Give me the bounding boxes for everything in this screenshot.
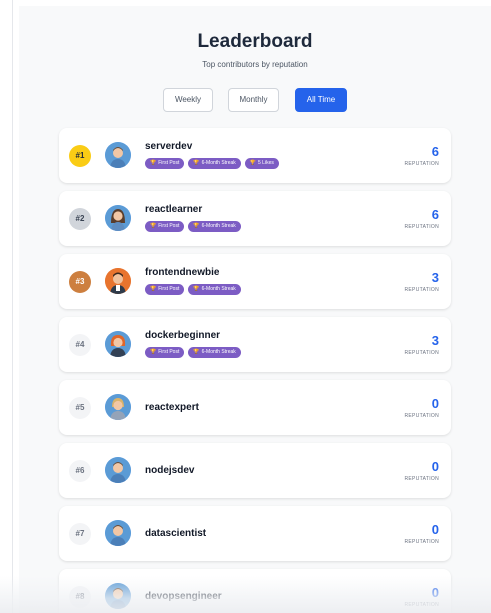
badge-list: 🏆 First Post 🏆 6-Month Streak 🏆 5 Likes (145, 158, 283, 170)
reputation-label: REPUTATION (404, 224, 439, 230)
trophy-icon: 🏆 (193, 286, 200, 292)
rank-badge: #5 (69, 397, 91, 419)
reputation-value: 0 (431, 459, 439, 474)
reputation-value: 0 (431, 522, 439, 537)
username[interactable]: dockerbeginner (145, 330, 220, 341)
avatar-blue-man-icon[interactable] (105, 520, 131, 546)
leaderboard-row[interactable]: #7 datascientist 0 REPUTATION (59, 506, 451, 561)
reputation-value: 3 (431, 333, 439, 348)
reputation-label: REPUTATION (404, 350, 439, 356)
achievement-badge: 🏆 6-Month Streak (188, 284, 241, 295)
reputation-value: 0 (431, 396, 439, 411)
leaderboard-row[interactable]: #2 reactlearner 🏆 First Post 🏆 6-Month Stre… (59, 191, 451, 246)
avatar-orange-man-icon[interactable] (105, 268, 131, 294)
page-title: Leaderboard (197, 31, 313, 52)
reputation-label: REPUTATION (404, 602, 439, 608)
tab-all-time[interactable]: All Time (295, 88, 347, 112)
achievement-badge: 🏆 First Post (145, 284, 185, 295)
avatar-redhead-icon[interactable] (105, 331, 131, 357)
username[interactable]: frontendnewbie (145, 267, 219, 278)
leaderboard-row[interactable]: #4 dockerbeginner 🏆 First Post 🏆 6-Month St… (59, 317, 451, 372)
tab-monthly[interactable]: Monthly (228, 88, 279, 112)
trophy-icon: 🏆 (193, 223, 200, 229)
time-filter-tabs: Weekly Monthly All Time (19, 88, 491, 112)
reputation-label: REPUTATION (404, 539, 439, 545)
avatar-blue-man-icon[interactable] (105, 583, 131, 609)
badge-list: 🏆 First Post 🏆 6-Month Streak (145, 347, 245, 359)
leaderboard-row[interactable]: #8 devopsengineer 0 REPUTATION (59, 569, 451, 613)
reputation-value: 3 (431, 270, 439, 285)
username[interactable]: nodejsdev (145, 465, 194, 476)
reputation-label: REPUTATION (404, 476, 439, 482)
page-subtitle: Top contributors by reputation (202, 60, 308, 69)
trophy-icon: 🏆 (150, 160, 157, 166)
achievement-badge: 🏆 5 Likes (244, 158, 279, 169)
achievement-badge: 🏆 First Post (145, 347, 185, 358)
avatar-blonde-icon[interactable] (105, 394, 131, 420)
username[interactable]: reactexpert (145, 402, 199, 413)
trophy-icon: 🏆 (249, 160, 257, 166)
badge-list: 🏆 First Post 🏆 6-Month Streak (145, 221, 245, 233)
trophy-icon: 🏆 (193, 349, 200, 355)
rank-badge: #7 (69, 523, 91, 545)
reputation-value: 6 (431, 207, 439, 222)
achievement-badge: 🏆 6-Month Streak (188, 347, 241, 358)
reputation-value: 0 (431, 585, 439, 600)
rank-badge: #2 (69, 208, 91, 230)
leaderboard-row[interactable]: #5 reactexpert 0 REPUTATION (59, 380, 451, 435)
leaderboard-row[interactable]: #1 serverdev 🏆 First Post 🏆 6-Month Streak 🏆… (59, 128, 451, 183)
rank-badge: #3 (69, 271, 91, 293)
reputation-value: 6 (431, 144, 439, 159)
achievement-badge: 🏆 First Post (145, 158, 185, 169)
achievement-badge: 🏆 6-Month Streak (188, 221, 241, 232)
username[interactable]: serverdev (145, 141, 192, 152)
reputation-label: REPUTATION (404, 287, 439, 293)
username[interactable]: reactlearner (145, 204, 202, 215)
avatar-blue-man-icon[interactable] (105, 142, 131, 168)
rank-badge: #6 (69, 460, 91, 482)
leaderboard-panel: Leaderboard Top contributors by reputati… (19, 6, 491, 613)
reputation-label: REPUTATION (404, 161, 439, 167)
avatar-blue-man-icon[interactable] (105, 457, 131, 483)
avatar-woman-icon[interactable] (105, 205, 131, 231)
badge-list: 🏆 First Post 🏆 6-Month Streak (145, 284, 245, 296)
rank-badge: #1 (69, 145, 91, 167)
trophy-icon: 🏆 (193, 160, 200, 166)
rank-badge: #4 (69, 334, 91, 356)
trophy-icon: 🏆 (150, 223, 157, 229)
rank-badge: #8 (69, 586, 91, 608)
trophy-icon: 🏆 (150, 349, 157, 355)
trophy-icon: 🏆 (150, 286, 157, 292)
achievement-badge: 🏆 First Post (145, 221, 185, 232)
username[interactable]: devopsengineer (145, 591, 222, 602)
leaderboard-row[interactable]: #3 frontendnewbie 🏆 First Post 🏆 6-Month St… (59, 254, 451, 309)
left-sidebar-edge (0, 0, 13, 613)
leaderboard-row[interactable]: #6 nodejsdev 0 REPUTATION (59, 443, 451, 498)
achievement-badge: 🏆 6-Month Streak (188, 158, 241, 169)
tab-weekly[interactable]: Weekly (163, 88, 213, 112)
reputation-label: REPUTATION (404, 413, 439, 419)
username[interactable]: datascientist (145, 528, 206, 539)
